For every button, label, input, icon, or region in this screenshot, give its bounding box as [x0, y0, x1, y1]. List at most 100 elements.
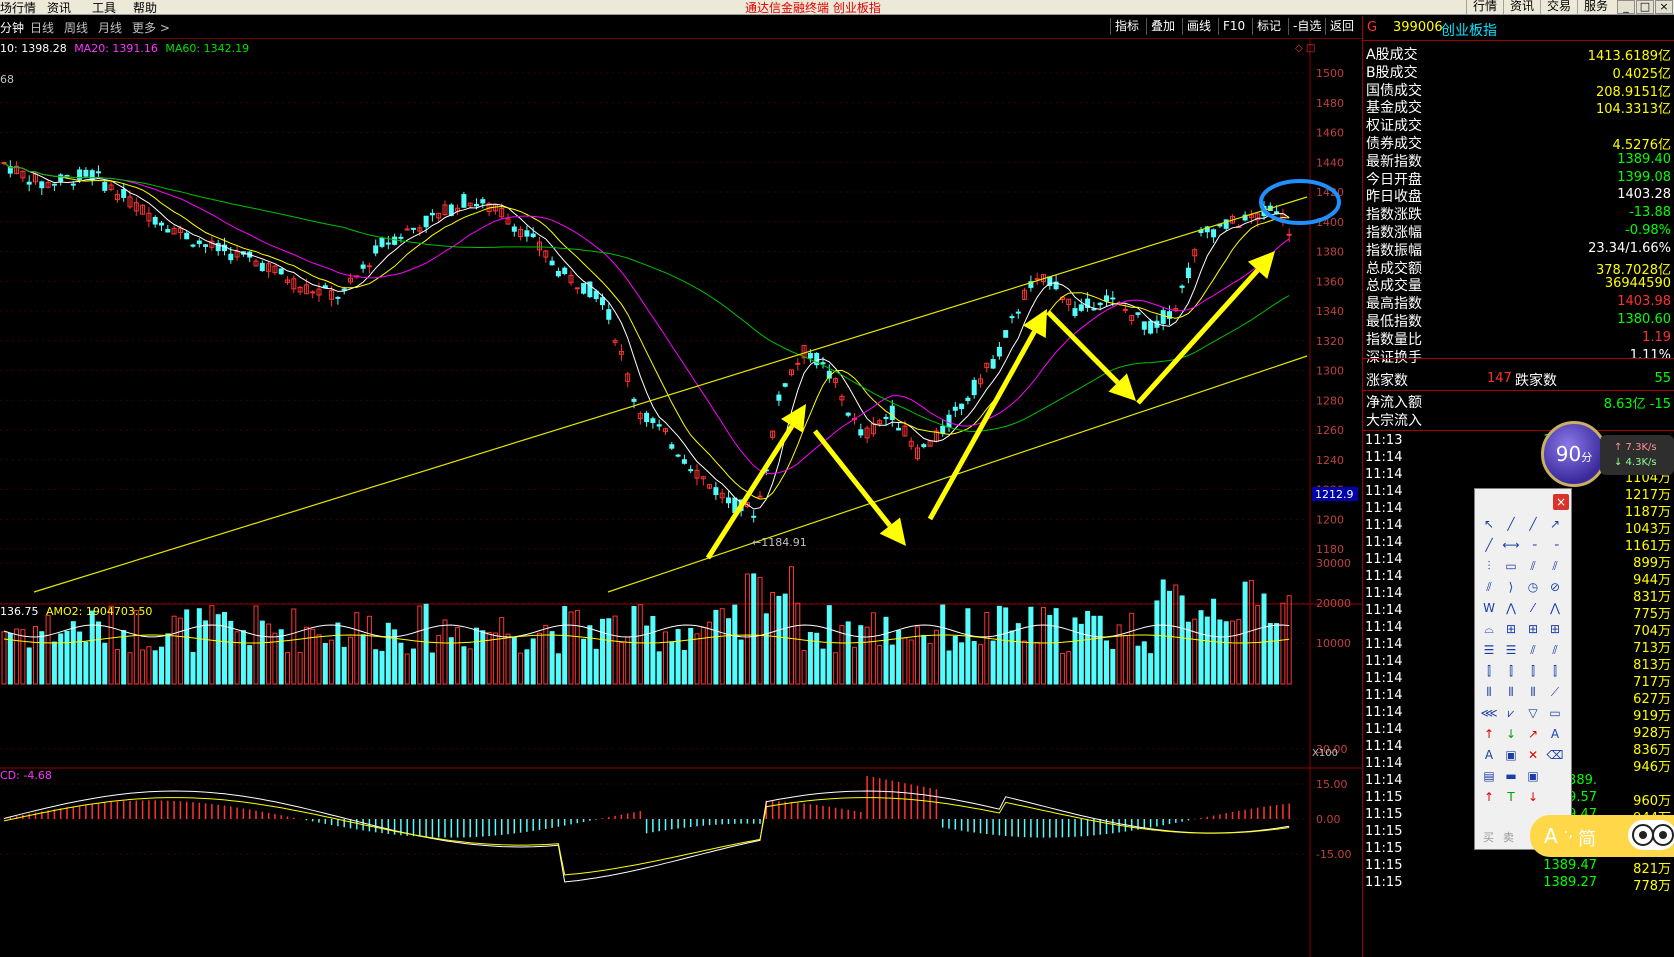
draw-tool-icon[interactable]: A	[1546, 725, 1564, 743]
draw-tool-icon[interactable]: ▬	[1502, 767, 1520, 785]
draw-tool-icon[interactable]: ↗	[1524, 725, 1542, 743]
buy-tool[interactable]: 买	[1483, 829, 1494, 845]
draw-tool-icon[interactable]: T	[1502, 788, 1520, 806]
draw-tool-icon[interactable]: ⊞	[1524, 620, 1542, 638]
draw-tool-icon[interactable]: ⋀	[1546, 599, 1564, 617]
draw-tool-icon[interactable]: ⫿	[1546, 662, 1564, 680]
draw-tool-icon[interactable]: ↖	[1480, 515, 1498, 533]
draw-tool-icon[interactable]: ⟩	[1502, 578, 1520, 596]
draw-tool-icon[interactable]: ╶	[1546, 536, 1564, 554]
volume-bar	[625, 636, 631, 685]
draw-tool-icon[interactable]: ⫽	[1524, 557, 1542, 575]
ime-punct[interactable]: ·,	[1564, 825, 1573, 841]
top-market-button[interactable]: 行情	[1466, 0, 1504, 14]
draw-tool-icon[interactable]: ↓	[1524, 788, 1542, 806]
draw-tool-icon[interactable]: ⫽	[1524, 641, 1542, 659]
info-row-value: 1389.40	[1617, 151, 1671, 167]
tab-monthly[interactable]: 月线	[98, 19, 122, 36]
draw-tool-icon[interactable]: ⊘	[1546, 578, 1564, 596]
draw-tool-icon[interactable]: ⊞	[1546, 620, 1564, 638]
draw-tool-icon[interactable]: ╱	[1480, 536, 1498, 554]
menu-tools[interactable]: 工具	[92, 0, 116, 16]
draw-tool-icon[interactable]: A	[1480, 746, 1498, 764]
draw-tool-icon[interactable]: ↑	[1480, 725, 1498, 743]
draw-tool-icon[interactable]: ⁄	[1524, 599, 1542, 617]
draw-tool-icon[interactable]: ⫶	[1480, 557, 1498, 575]
draw-line-button[interactable]: 画线	[1182, 18, 1215, 35]
draw-tool-icon[interactable]: ⫽	[1480, 578, 1498, 596]
volume-bar	[272, 632, 278, 685]
candle-body	[1003, 330, 1009, 338]
draw-tool-icon[interactable]: ↑	[1480, 788, 1498, 806]
draw-tool-icon[interactable]: ╶	[1524, 536, 1542, 554]
draw-tool-icon[interactable]: ╱	[1524, 515, 1542, 533]
menu-market[interactable]: 场行情	[0, 0, 36, 16]
draw-tool-icon[interactable]: W	[1480, 599, 1498, 617]
draw-tool-icon[interactable]: ⦀	[1480, 683, 1498, 701]
draw-tool-icon[interactable]: ⟋	[1546, 683, 1564, 701]
draw-tool-icon[interactable]: ◷	[1524, 578, 1542, 596]
draw-tool-icon[interactable]: ⫿	[1524, 662, 1542, 680]
top-news-button[interactable]: 资讯	[1503, 0, 1541, 14]
draw-tool-icon[interactable]: ▣	[1524, 767, 1542, 785]
ime-toolbar[interactable]: A ·, 简	[1530, 815, 1674, 857]
tab-weekly[interactable]: 周线	[64, 19, 88, 36]
draw-tool-icon[interactable]: ⋘	[1480, 704, 1498, 722]
chart-canvas[interactable]: 1500148014601440142014001380136013401320…	[0, 39, 1362, 957]
draw-tool-icon[interactable]: ↓	[1502, 725, 1520, 743]
draw-tool-icon[interactable]: ⩗	[1502, 704, 1520, 722]
maximize-button[interactable]: □	[1636, 0, 1654, 14]
volume-bar	[209, 605, 215, 685]
draw-tool-icon[interactable]: ⦀	[1502, 683, 1520, 701]
mark-button[interactable]: 标记	[1252, 18, 1285, 35]
volume-bar	[1167, 590, 1172, 685]
top-service-button[interactable]: 服务	[1577, 0, 1615, 14]
ime-mode[interactable]: A	[1544, 824, 1558, 848]
draw-tool-icon[interactable]: ▽	[1524, 704, 1542, 722]
minimize-button[interactable]: _	[1617, 0, 1635, 14]
draw-tool-icon[interactable]: ⦀	[1524, 683, 1542, 701]
tab-minute[interactable]: 分钟	[0, 19, 24, 36]
performance-badge[interactable]: 90分	[1541, 421, 1607, 487]
draw-tool-icon[interactable]: ⋀	[1502, 599, 1520, 617]
indicator-button[interactable]: 指标	[1110, 18, 1143, 35]
sell-tool[interactable]: 卖	[1503, 829, 1514, 845]
draw-tool-icon[interactable]: ╱	[1502, 515, 1520, 533]
candle-body	[530, 233, 536, 238]
menu-help[interactable]: 帮助	[133, 0, 157, 16]
tab-daily[interactable]: 日线	[30, 19, 54, 36]
draw-tool-icon[interactable]: ⟷	[1502, 536, 1520, 554]
info-row: 基金成交 104.3313亿	[1363, 97, 1674, 117]
draw-tool-icon[interactable]: ⌫	[1546, 746, 1564, 764]
toolbox-close-button[interactable]: ×	[1553, 494, 1569, 510]
watchlist-button[interactable]: -自选	[1288, 18, 1325, 35]
menu-news[interactable]: 资讯	[47, 0, 71, 16]
ime-script[interactable]: 简	[1578, 825, 1596, 851]
draw-tool-icon[interactable]: ⊞	[1502, 620, 1520, 638]
draw-tool-icon[interactable]: ▭	[1546, 704, 1564, 722]
draw-tool-icon[interactable]: ⌓	[1480, 620, 1498, 638]
chart-area[interactable]: 1500 1480 1460 1440 1420 1400 1380 1360 1340 1320…	[0, 39, 1362, 957]
draw-tool-icon[interactable]: ⫿	[1502, 662, 1520, 680]
f10-button[interactable]: F10	[1218, 18, 1249, 35]
draw-tool-icon[interactable]: ⫿	[1480, 662, 1498, 680]
back-button[interactable]: 返回	[1325, 18, 1358, 35]
draw-tool-icon[interactable]: ☰	[1480, 641, 1498, 659]
draw-tool-icon[interactable]: ▤	[1480, 767, 1498, 785]
quote-header: G 399006 创业板指	[1363, 16, 1674, 41]
tab-more[interactable]: 更多 >	[132, 19, 170, 36]
draw-tool-icon[interactable]: ✕	[1524, 746, 1542, 764]
tick-time: 11:14	[1365, 467, 1403, 482]
overlay-button[interactable]: 叠加	[1146, 18, 1179, 35]
draw-tool-icon[interactable]: ↗	[1546, 515, 1564, 533]
draw-tool-icon[interactable]: ☰	[1502, 641, 1520, 659]
draw-tool-icon[interactable]: ⫽	[1546, 557, 1564, 575]
draw-tool-icon[interactable]: ▭	[1502, 557, 1520, 575]
info-row: 指数涨跌 -13.88	[1363, 204, 1674, 223]
candle-body	[581, 283, 587, 294]
top-trade-button[interactable]: 交易	[1540, 0, 1578, 14]
draw-tool-icon[interactable]: ⫽	[1546, 641, 1564, 659]
close-button[interactable]: ×	[1655, 0, 1673, 14]
draw-tool-icon[interactable]: ▣	[1502, 746, 1520, 764]
volume-bar	[549, 631, 555, 685]
